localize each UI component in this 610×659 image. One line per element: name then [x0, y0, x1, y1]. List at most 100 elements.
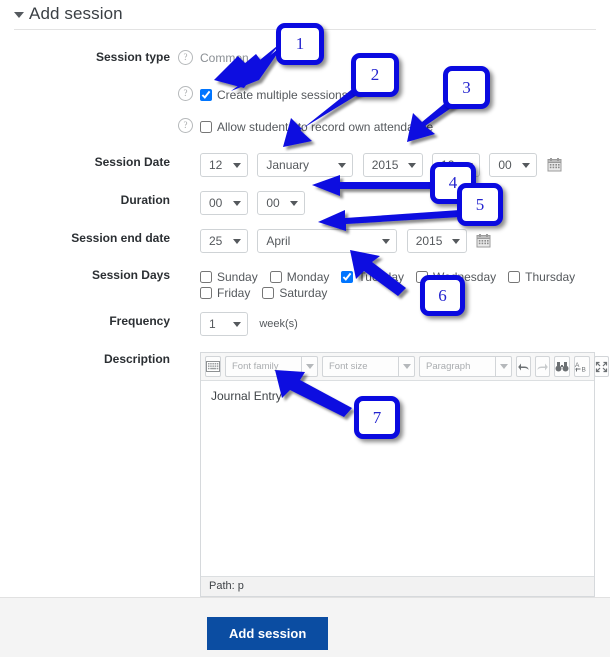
row-allow-students: ? Allow students to record own attendanc…: [0, 114, 610, 142]
fullscreen-icon[interactable]: [594, 356, 609, 377]
session-date-year-wrap[interactable]: 2015: [362, 153, 423, 177]
help-icon[interactable]: ?: [178, 86, 193, 102]
row-create-multiple: ? Create multiple sessions: [0, 82, 610, 110]
session-day-checkbox[interactable]: [416, 271, 428, 283]
add-session-page: Add session Session type ? Common ? Crea…: [0, 0, 610, 657]
allow-students-spacer: [0, 114, 178, 118]
session-day-label: Monday: [286, 270, 330, 284]
calendar-icon[interactable]: [476, 233, 491, 248]
session-date-month-select[interactable]: January: [257, 153, 354, 177]
duration-hours-select[interactable]: 00: [200, 191, 248, 215]
help-icon[interactable]: ?: [178, 50, 193, 66]
description-label: Description: [103, 352, 170, 366]
svg-text:B: B: [582, 366, 586, 373]
session-date-year-select[interactable]: 2015: [362, 153, 423, 177]
session-end-date-day-wrap[interactable]: 25: [200, 229, 248, 253]
paragraph-label: Paragraph: [419, 356, 495, 377]
session-type-field: Common: [200, 46, 610, 68]
keyboard-icon[interactable]: [205, 356, 221, 377]
session-day-checkbox[interactable]: [508, 271, 521, 283]
description-text: Journal Entry: [211, 389, 282, 403]
session-day-item[interactable]: Sunday: [200, 270, 258, 284]
session-day-checkbox[interactable]: [200, 287, 212, 299]
find-replace-icon[interactable]: A B: [574, 356, 590, 377]
session-day-item[interactable]: Saturday: [262, 286, 327, 300]
session-type-help[interactable]: ?: [178, 46, 200, 66]
session-end-date-year-select[interactable]: 2015: [406, 229, 467, 253]
font-size-combo[interactable]: Font size: [322, 356, 415, 377]
chevron-down-icon[interactable]: [495, 356, 512, 377]
calendar-icon[interactable]: [547, 157, 562, 172]
session-end-date-label: Session end date: [71, 231, 170, 245]
session-end-date-month-wrap[interactable]: April: [257, 229, 398, 253]
session-date-minute-wrap[interactable]: 00: [489, 153, 538, 177]
font-size-label: Font size: [322, 356, 398, 377]
session-day-item[interactable]: Wednesday: [416, 270, 496, 284]
redo-icon[interactable]: [535, 356, 550, 377]
description-help-spacer: [178, 348, 200, 352]
allow-students-checkbox-row[interactable]: Allow students to record own attendance: [200, 116, 610, 138]
session-date-month-wrap[interactable]: January: [257, 153, 354, 177]
find-icon[interactable]: [554, 356, 570, 377]
font-family-combo[interactable]: Font family: [225, 356, 318, 377]
create-multiple-checkbox[interactable]: [200, 89, 212, 101]
paragraph-combo[interactable]: Paragraph: [419, 356, 512, 377]
row-frequency: Frequency 1 week(s): [0, 310, 610, 338]
description-editor: Font family Font size Paragraph A B Jour…: [200, 352, 609, 597]
session-day-checkbox[interactable]: [200, 271, 212, 283]
duration-hours-wrap[interactable]: 00: [200, 191, 248, 215]
editor-toolbar: Font family Font size Paragraph A B: [201, 353, 609, 381]
session-date-hour-select[interactable]: 12: [432, 153, 481, 177]
session-date-minute-select[interactable]: 00: [489, 153, 538, 177]
add-session-button[interactable]: Add session: [207, 617, 329, 650]
session-day-checkbox[interactable]: [341, 271, 354, 283]
create-multiple-help[interactable]: ?: [178, 82, 200, 102]
session-day-item[interactable]: Tuesday: [341, 270, 404, 284]
frequency-help-spacer: [178, 310, 200, 314]
form-footer: Add session: [0, 597, 610, 657]
row-session-date: Session Date 12 January 2015 12 00: [0, 151, 610, 179]
session-end-date-year-wrap[interactable]: 2015: [406, 229, 467, 253]
description-textarea[interactable]: Journal Entry: [201, 381, 594, 576]
session-date-field: 12 January 2015 12 00: [200, 151, 610, 177]
duration-field: 00 00: [200, 189, 610, 215]
editor-path-bar: Path: p: [201, 576, 594, 596]
help-icon[interactable]: ?: [178, 118, 193, 134]
session-day-label: Tuesday: [358, 270, 404, 284]
chevron-down-icon[interactable]: [398, 356, 415, 377]
session-days-label: Session Days: [91, 268, 170, 282]
session-day-checkbox[interactable]: [269, 271, 282, 283]
session-date-day-select[interactable]: 12: [200, 153, 248, 177]
session-end-date-day-select[interactable]: 25: [200, 229, 248, 253]
row-session-days: Session Days Sunday Monday Tuesday Wednesda…: [0, 264, 610, 302]
frequency-select-wrap[interactable]: 1: [200, 312, 248, 336]
session-day-item[interactable]: Thursday: [508, 270, 575, 284]
description-field: Font family Font size Paragraph A B Jour…: [200, 348, 610, 597]
frequency-field: 1 week(s): [200, 310, 610, 336]
section-header[interactable]: Add session: [0, 0, 610, 28]
add-session-form: Session type ? Common ? Create multiple …: [0, 32, 610, 597]
session-day-label: Thursday: [525, 270, 576, 284]
undo-icon[interactable]: [516, 356, 531, 377]
create-multiple-checkbox-row[interactable]: Create multiple sessions: [200, 84, 610, 106]
allow-students-help[interactable]: ?: [178, 114, 200, 134]
session-days-field: Sunday Monday Tuesday Wednesday Thursday Frid…: [200, 264, 610, 302]
frequency-select[interactable]: 1: [200, 312, 248, 336]
duration-help-spacer: [178, 189, 200, 193]
session-day-checkbox[interactable]: [262, 287, 275, 299]
session-day-item[interactable]: Monday: [269, 270, 330, 284]
duration-minutes-select[interactable]: 00: [257, 191, 306, 215]
session-date-day-wrap[interactable]: 12: [200, 153, 248, 177]
session-end-date-help-spacer: [178, 227, 200, 231]
session-date-hour-wrap[interactable]: 12: [432, 153, 481, 177]
session-day-label: Friday: [217, 286, 251, 300]
session-date-label: Session Date: [94, 155, 170, 169]
allow-students-checkbox[interactable]: [200, 121, 212, 133]
duration-minutes-wrap[interactable]: 00: [257, 191, 306, 215]
svg-text:A: A: [575, 362, 580, 369]
session-day-item[interactable]: Friday: [200, 286, 250, 300]
frequency-units: week(s): [259, 318, 298, 331]
caret-down-icon[interactable]: [14, 12, 24, 18]
chevron-down-icon[interactable]: [301, 356, 318, 377]
session-end-date-month-select[interactable]: April: [257, 229, 398, 253]
